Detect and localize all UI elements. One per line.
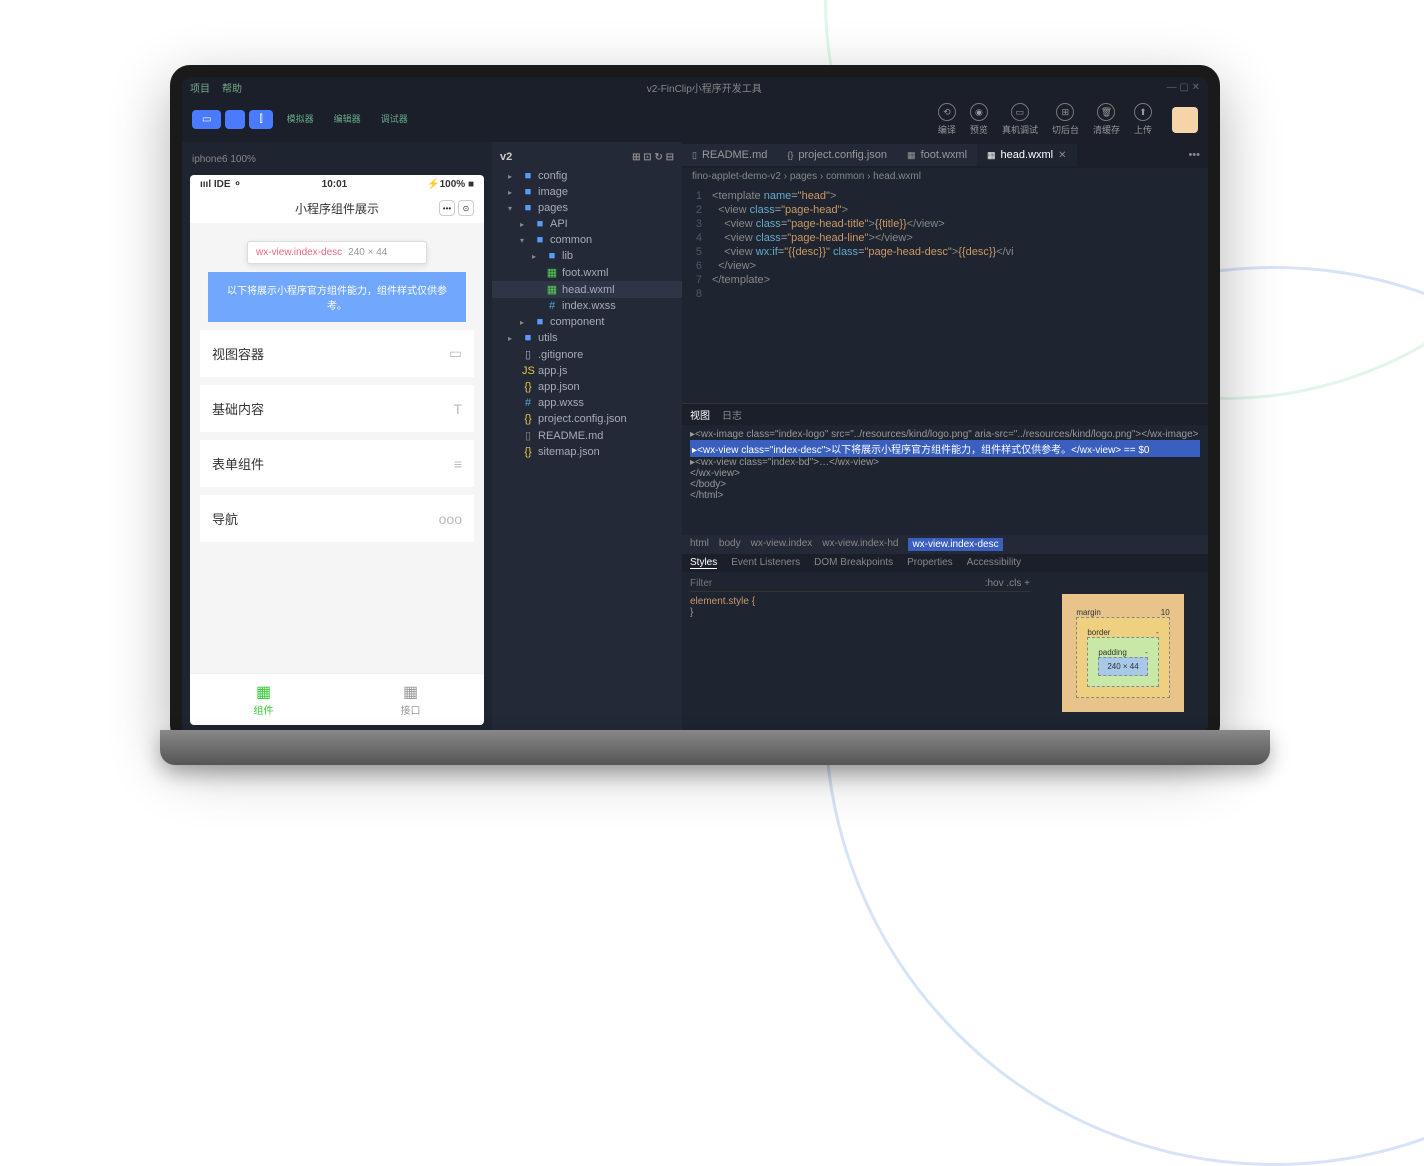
avatar[interactable] xyxy=(1172,107,1198,133)
file-foot.wxml[interactable]: ▦foot.wxml xyxy=(492,264,682,281)
file-utils[interactable]: ▸■utils xyxy=(492,330,682,346)
editor-tab-foot.wxml[interactable]: ▦foot.wxml xyxy=(897,144,977,166)
file-app.wxss[interactable]: #app.wxss xyxy=(492,395,682,411)
styles-filter-input[interactable] xyxy=(690,578,985,589)
editor-tab-README.md[interactable]: ▯README.md xyxy=(682,144,777,166)
file-sitemap.json[interactable]: {}sitemap.json xyxy=(492,444,682,460)
action-预览[interactable]: ◉预览 xyxy=(970,103,988,136)
ide-window: 项目帮助 v2-FinClip小程序开发工具 — ▢ ✕ ▭⫿模拟器编辑器调试器… xyxy=(182,77,1208,733)
box-model: margin 10 border - padding - 240 × 44 xyxy=(1038,572,1208,733)
app-header: 小程序组件展示 •••⊙ xyxy=(190,194,484,223)
file-app.js[interactable]: JSapp.js xyxy=(492,363,682,379)
action-编译[interactable]: ⟲编译 xyxy=(938,103,956,136)
titlebar: 项目帮助 v2-FinClip小程序开发工具 — ▢ ✕ xyxy=(182,77,1208,97)
sim-menu-item[interactable]: 基础内容T xyxy=(200,385,474,432)
file-head.wxml[interactable]: ▦head.wxml xyxy=(492,281,682,298)
crumb-wx-view.index-hd[interactable]: wx-view.index-hd xyxy=(822,538,898,551)
file-image[interactable]: ▸■image xyxy=(492,184,682,200)
sim-menu-item[interactable]: 视图容器▭ xyxy=(200,330,474,377)
phone-statusbar: ıııl IDE ⚬ 10:01 ⚡100% ■ xyxy=(190,175,484,194)
dt-tab-视图[interactable]: 视图 xyxy=(690,407,710,422)
tabbar-item[interactable]: ▦接口 xyxy=(337,674,484,725)
explorer-actions[interactable]: ⊞ ⊡ ↻ ⊟ xyxy=(632,152,674,163)
style-tab-Styles[interactable]: Styles xyxy=(690,557,717,569)
action-上传[interactable]: ⬆上传 xyxy=(1134,103,1152,136)
toolbar-tab-1[interactable] xyxy=(225,110,245,129)
crumb-html[interactable]: html xyxy=(690,538,709,551)
crumb-wx-view.index[interactable]: wx-view.index xyxy=(751,538,813,551)
file-API[interactable]: ▸■API xyxy=(492,216,682,232)
style-tab-Accessibility[interactable]: Accessibility xyxy=(967,557,1021,569)
editor-tab-head.wxml[interactable]: ▦head.wxml✕ xyxy=(977,144,1076,166)
window-title: v2-FinClip小程序开发工具 xyxy=(242,80,1167,95)
device-info: iphone6 100% xyxy=(190,150,484,169)
window-controls[interactable]: — ▢ ✕ xyxy=(1167,82,1200,93)
phone-preview: ıııl IDE ⚬ 10:01 ⚡100% ■ 小程序组件展示 •••⊙ wx… xyxy=(190,175,484,725)
style-tab-Event Listeners[interactable]: Event Listeners xyxy=(731,557,800,569)
file-pages[interactable]: ▾■pages xyxy=(492,200,682,216)
toolbar-tab-2[interactable]: ⫿ xyxy=(249,110,272,129)
file-app.json[interactable]: {}app.json xyxy=(492,379,682,395)
crumb-body[interactable]: body xyxy=(719,538,741,551)
file-index.wxss[interactable]: #index.wxss xyxy=(492,298,682,314)
styles-panel[interactable]: :hov .cls + element.style {}</span><div … xyxy=(682,572,1038,733)
file-common[interactable]: ▾■common xyxy=(492,232,682,248)
menu-项目[interactable]: 项目 xyxy=(190,80,210,95)
highlighted-element[interactable]: 以下将展示小程序官方组件能力，组件样式仅供参考。 xyxy=(208,272,466,322)
element-tooltip: wx-view.index-desc240 × 44 xyxy=(247,241,427,264)
style-tab-Properties[interactable]: Properties xyxy=(907,557,953,569)
file-README.md[interactable]: ▯README.md xyxy=(492,427,682,444)
sim-menu-item[interactable]: 导航ooo xyxy=(200,495,474,542)
breadcrumb[interactable]: fino-applet-demo-v2 › pages › common › h… xyxy=(682,168,1208,185)
file-config[interactable]: ▸■config xyxy=(492,168,682,184)
file-lib[interactable]: ▸■lib xyxy=(492,248,682,264)
file-project.config.json[interactable]: {}project.config.json xyxy=(492,411,682,427)
tabs-overflow[interactable]: ••• xyxy=(1180,149,1208,161)
code-area[interactable]: 1<template name="head">2 <view class="pa… xyxy=(682,185,1208,403)
laptop-frame: 项目帮助 v2-FinClip小程序开发工具 — ▢ ✕ ▭⫿模拟器编辑器调试器… xyxy=(160,65,1230,785)
action-切后台[interactable]: ⊞切后台 xyxy=(1052,103,1079,136)
sim-menu-item[interactable]: 表单组件≡ xyxy=(200,440,474,487)
style-tab-DOM Breakpoints[interactable]: DOM Breakpoints xyxy=(814,557,893,569)
file-component[interactable]: ▸■component xyxy=(492,314,682,330)
devtools-panel: 视图日志 ▸<wx-image class="index-logo" src="… xyxy=(682,403,1208,733)
file-.gitignore[interactable]: ▯.gitignore xyxy=(492,346,682,363)
tabbar-item[interactable]: ▦组件 xyxy=(190,674,337,725)
dt-tab-日志[interactable]: 日志 xyxy=(722,407,742,422)
action-真机调试[interactable]: ▭真机调试 xyxy=(1002,103,1038,136)
element-breadcrumb[interactable]: html body wx-view.index wx-view.index-hd wx-… xyxy=(682,535,1208,554)
action-清缓存[interactable]: 🗑清缓存 xyxy=(1093,103,1120,136)
explorer-header: v2 ⊞ ⊡ ↻ ⊟ xyxy=(492,148,682,166)
simulator-panel: iphone6 100% ıııl IDE ⚬ 10:01 ⚡100% ■ 小程… xyxy=(182,142,492,733)
code-editor: ▯README.md{}project.config.json▦foot.wxm… xyxy=(682,142,1208,733)
toolbar-tab-0[interactable]: ▭ xyxy=(192,110,221,129)
toolbar: ▭⫿模拟器编辑器调试器 ⟲编译◉预览▭真机调试⊞切后台🗑清缓存⬆上传 xyxy=(182,97,1208,142)
editor-tab-project.config.json[interactable]: {}project.config.json xyxy=(777,144,897,166)
elements-tree[interactable]: ▸<wx-image class="index-logo" src="../re… xyxy=(682,425,1208,535)
menu-帮助[interactable]: 帮助 xyxy=(222,80,242,95)
file-explorer: v2 ⊞ ⊡ ↻ ⊟ ▸■config▸■image▾■pages▸■API▾■… xyxy=(492,142,682,733)
crumb-wx-view.index-desc[interactable]: wx-view.index-desc xyxy=(908,538,1002,551)
